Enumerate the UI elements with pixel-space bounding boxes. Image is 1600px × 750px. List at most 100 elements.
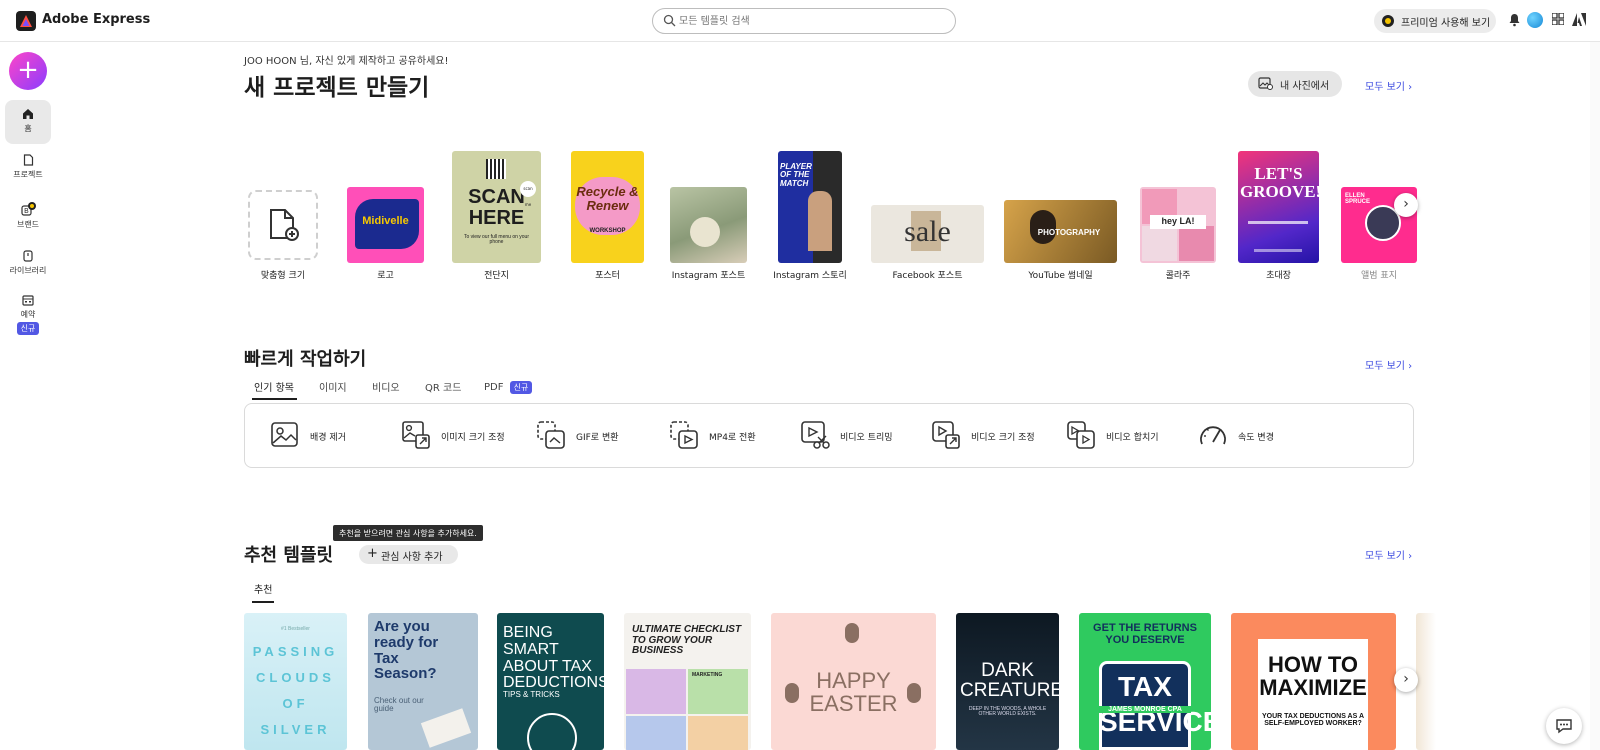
card-label: Facebook 포스트	[892, 271, 963, 281]
active-tab-indicator	[252, 601, 274, 603]
quick-action-convert-to-gif[interactable]: GIF로 변환	[536, 418, 636, 454]
premium-label: 프리미엄 사용해 보기	[1401, 18, 1491, 29]
template-title: DARK CREATURES	[960, 660, 1059, 701]
carousel-next-button[interactable]: ›	[1394, 193, 1418, 217]
quick-action-resize-video[interactable]: 비디오 크기 조정	[931, 418, 1051, 454]
quick-action-convert-to-mp4[interactable]: MP4로 전환	[669, 418, 769, 454]
youtube-thumbnail-card[interactable]: PHOTOGRAPHY	[1004, 200, 1117, 263]
template-card[interactable]: BEING SMART ABOUT TAX DEDUCTIONS TIPS & …	[497, 613, 604, 750]
from-my-photos-button[interactable]: 내 사진에서	[1248, 71, 1342, 97]
chevron-right-icon: ›	[1403, 196, 1409, 212]
remove-background-icon	[271, 422, 298, 447]
quick-action-trim-video[interactable]: 비디오 트리밍	[800, 418, 910, 454]
template-title: HOW TO MAXIMIZE	[1259, 652, 1367, 701]
flyer-card-subtext: To view our full menu on your phone	[463, 234, 530, 246]
logo-card-text: Midivelle	[362, 215, 409, 227]
quick-see-all-link[interactable]: 모두 보기 ›	[1365, 357, 1412, 372]
app-grid-icon[interactable]	[1552, 13, 1564, 25]
template-title: Are you ready for Tax Season?	[374, 618, 439, 683]
sidebar-item-brand[interactable]: B 브랜드	[5, 202, 51, 230]
tab-pdf[interactable]: PDF 신규	[484, 379, 533, 394]
file-add-icon	[270, 209, 299, 241]
premium-crown-icon	[1382, 15, 1394, 27]
adobe-express-logo[interactable]	[16, 11, 36, 31]
tab-image[interactable]: 이미지	[319, 379, 347, 394]
album-card-text: ELLEN SPRUCE	[1345, 193, 1371, 206]
card-label: 포스터	[595, 271, 620, 281]
recommended-title: 추천 템플릿	[244, 545, 334, 566]
chat-help-button[interactable]	[1546, 708, 1582, 744]
template-card[interactable]: HAPPY EASTER	[771, 613, 936, 750]
tab-pdf-label: PDF	[484, 382, 504, 393]
sidebar-item-label: 홈	[24, 124, 32, 133]
template-card[interactable]: #1 Bestseller PASSING CLOUDS OF SILVER	[244, 613, 347, 750]
sidebar-item-label: 프로젝트	[13, 170, 43, 179]
trim-video-icon	[801, 421, 830, 449]
template-carousel-next-button[interactable]: ›	[1394, 668, 1418, 692]
instagram-post-card[interactable]	[670, 187, 747, 263]
sidebar-item-label: 예약	[20, 310, 36, 319]
quick-action-change-speed[interactable]: 속도 변경	[1198, 418, 1298, 454]
search-input[interactable]	[679, 12, 939, 30]
template-title: BEING SMART ABOUT TAX DEDUCTIONS	[503, 624, 604, 692]
flyer-card[interactable]: SCAN HERE scan me To view our full menu …	[452, 151, 541, 263]
template-title: ULTIMATE CHECKLIST TO GROW YOUR BUSINESS	[632, 624, 742, 656]
tab-recommended[interactable]: 추천	[254, 581, 272, 596]
left-sidebar: + 홈 프로젝트 B 브랜드 라이브러리 예약 신규	[0, 42, 56, 750]
bell-icon[interactable]	[1508, 13, 1521, 27]
search-bar[interactable]	[652, 8, 956, 34]
recommended-see-all-link[interactable]: 모두 보기 ›	[1365, 547, 1412, 562]
premium-trial-button[interactable]: 프리미엄 사용해 보기	[1374, 9, 1496, 33]
custom-size-card[interactable]	[248, 190, 318, 260]
quick-action-label: MP4로 전환	[709, 433, 756, 443]
sidebar-item-home[interactable]: 홈	[5, 100, 51, 144]
page-scrollbar[interactable]	[1590, 42, 1600, 750]
template-card[interactable]: ULTIMATE CHECKLIST TO GROW YOUR BUSINESS…	[624, 613, 751, 750]
create-see-all-link[interactable]: 모두 보기 ›	[1365, 78, 1412, 93]
instagram-story-card[interactable]: PLAYER OF THE MATCH	[778, 151, 842, 263]
collage-card[interactable]: hey LA!	[1140, 187, 1216, 263]
svg-text:B: B	[24, 207, 29, 215]
sidebar-item-projects[interactable]: 프로젝트	[5, 154, 51, 180]
active-tab-indicator	[252, 398, 297, 400]
quick-action-label: 비디오 크기 조정	[971, 433, 1035, 443]
card-label: 전단지	[484, 271, 509, 281]
add-interest-label: 관심 사항 추가	[381, 552, 443, 563]
adobe-icon[interactable]	[1572, 13, 1586, 26]
app-title[interactable]: Adobe Express	[42, 12, 150, 27]
quick-action-merge-videos[interactable]: 비디오 합치기	[1066, 418, 1176, 454]
create-button[interactable]: +	[9, 52, 47, 90]
template-card[interactable]: Are you ready for Tax Season? Check out …	[368, 613, 478, 750]
facebook-post-card[interactable]: sale	[871, 205, 984, 263]
quick-action-resize-image[interactable]: 이미지 크기 조정	[401, 418, 521, 454]
invitation-card[interactable]: LET'S GROOVE!	[1238, 151, 1319, 263]
see-all-label: 모두 보기	[1365, 361, 1405, 372]
template-title: PASSING CLOUDS OF SILVER	[252, 644, 339, 737]
template-card[interactable]: GET THE RETURNS YOU DESERVE TAX SERVICES…	[1079, 613, 1211, 750]
template-card-partial[interactable]	[1416, 613, 1436, 750]
quick-action-label: 비디오 합치기	[1106, 433, 1159, 443]
template-card[interactable]: DARK CREATURES DEEP IN THE WOODS, A WHOL…	[956, 613, 1059, 750]
tab-popular[interactable]: 인기 항목	[254, 379, 294, 394]
user-avatar[interactable]	[1527, 12, 1543, 28]
invitation-card-text: LET'S GROOVE!	[1240, 164, 1319, 201]
template-card[interactable]: HOW TO MAXIMIZE YOUR TAX DEDUCTIONS AS A…	[1231, 613, 1396, 750]
convert-to-mp4-icon	[670, 421, 698, 449]
template-subtext-2: JAMES MONROE CPA	[1099, 706, 1191, 714]
page-title: 새 프로젝트 만들기	[244, 75, 430, 101]
sidebar-item-library[interactable]: 라이브러리	[5, 250, 51, 276]
quick-action-remove-background[interactable]: 배경 제거	[270, 418, 380, 454]
template-subtext: Check out our guide	[374, 696, 424, 714]
poster-card-text: Recycle & Renew	[576, 184, 639, 213]
template-title: HAPPY EASTER	[809, 668, 898, 717]
home-icon	[23, 109, 33, 119]
poster-card[interactable]: Recycle & Renew WORKSHOP	[571, 151, 644, 263]
tab-video[interactable]: 비디오	[372, 379, 400, 394]
add-interest-button[interactable]: 관심 사항 추가	[359, 545, 458, 564]
quick-action-label: GIF로 변환	[576, 433, 619, 443]
sidebar-item-schedule[interactable]: 예약 신규	[5, 294, 51, 335]
logo-card[interactable]: Midivelle	[347, 187, 424, 263]
resize-image-icon	[402, 421, 430, 449]
tab-qr-code[interactable]: QR 코드	[425, 379, 461, 394]
card-label: YouTube 썸네일	[1028, 271, 1093, 281]
